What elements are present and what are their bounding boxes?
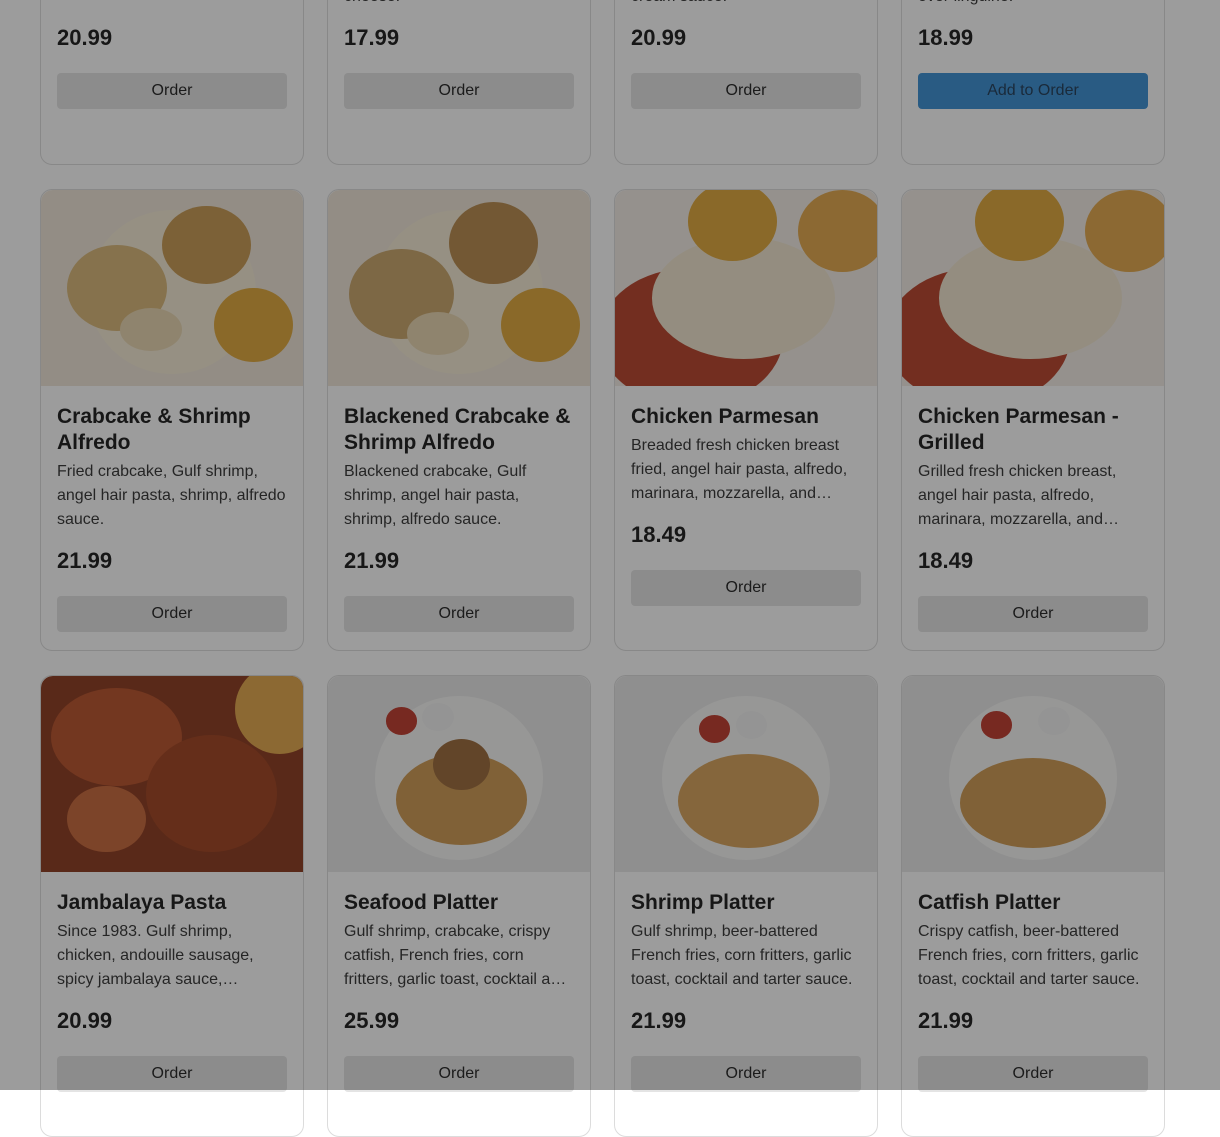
modal-backdrop[interactable]: [0, 0, 1220, 1090]
